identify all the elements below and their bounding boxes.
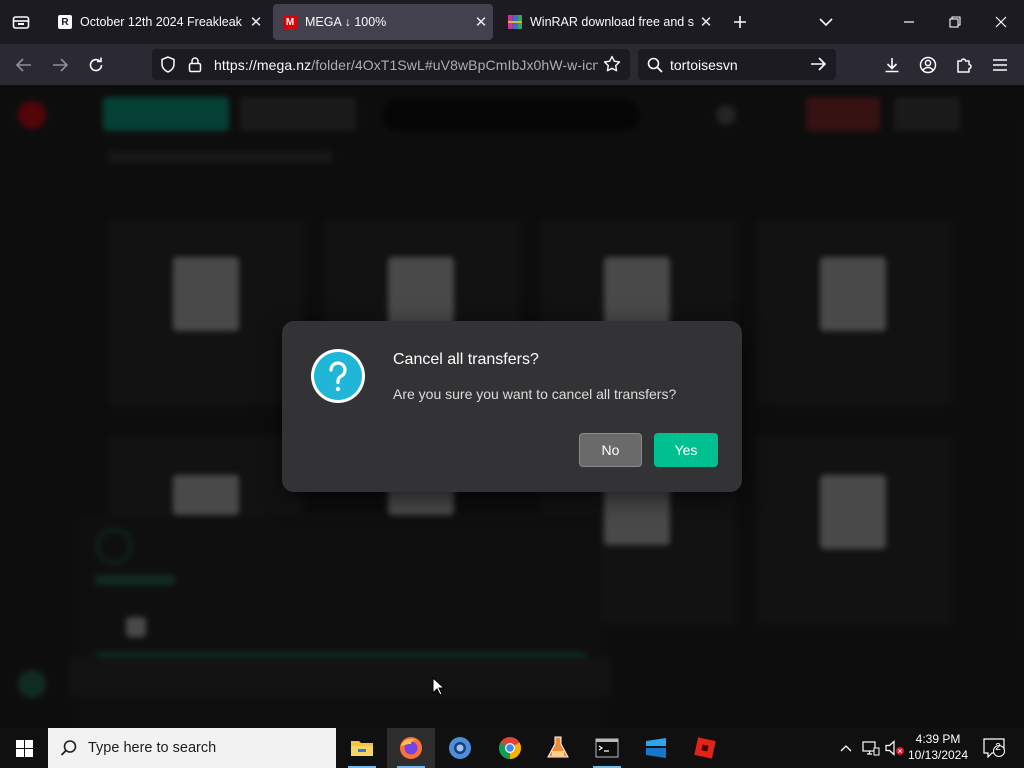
r-favicon-icon: R [58,15,72,29]
yes-button[interactable]: Yes [654,433,718,467]
forward-button[interactable] [42,44,78,85]
menu-button[interactable] [982,44,1018,85]
tab-title: October 12th 2024 Freakleak [80,15,242,29]
tab-title: WinRAR download free and sup [530,15,694,29]
flask-icon [547,736,569,758]
restore-button[interactable] [936,0,974,44]
close-window-button[interactable] [982,0,1020,44]
tab-mega[interactable]: M MEGA ↓ 100% ✕ [273,4,493,40]
file-explorer-taskbar-button[interactable] [338,728,386,768]
clock-date: 10/13/2024 [907,748,969,762]
taskbar-search-box[interactable]: Type here to search [48,728,336,768]
firefox-icon [400,737,422,759]
network-tray-icon[interactable] [860,728,882,768]
plus-icon [734,16,746,28]
dialog-message: Are you sure you want to cancel all tran… [393,386,677,402]
download-icon [885,57,899,72]
browser-taskbar-button[interactable] [436,728,484,768]
notifications-button[interactable]: 2 [980,728,1008,768]
account-icon [919,56,937,73]
store-taskbar-button[interactable] [632,728,680,768]
volume-muted-icon [885,740,904,756]
start-button[interactable] [0,728,48,768]
mega-favicon-icon: M [283,15,297,29]
url-host: https://mega.nz [214,57,312,73]
firefox-taskbar-button[interactable] [387,728,435,768]
blue-browser-icon [449,737,471,759]
url-text[interactable]: https://mega.nz/folder/4OxT1SwL#uV8wBpCm… [214,57,598,73]
folder-icon [351,741,373,756]
new-tab-button[interactable] [722,0,758,44]
tab-title: MEGA ↓ 100% [305,15,387,29]
tab-strip: R October 12th 2024 Freakleak ✕ M MEGA ↓… [0,0,1024,44]
search-bar[interactable]: tortoisesvn [638,49,836,80]
close-tab-icon[interactable]: ✕ [469,13,493,31]
minimize-button[interactable] [890,0,928,44]
tab-list-icon [12,16,30,29]
question-icon [310,348,366,404]
chrome-icon [499,737,521,759]
mouse-cursor-icon [432,677,444,697]
dialog-title: Cancel all transfers? [393,351,539,368]
reload-button[interactable] [78,44,114,85]
chrome-taskbar-button[interactable] [486,728,534,768]
windows-taskbar: Type here to search 4:39 PM 10/13/2024 2 [0,728,1024,768]
url-path: /folder/4OxT1SwL#uV8wBpCmIbJx0hW-w-icng [311,57,598,73]
restore-icon [949,16,961,28]
minimize-icon [904,21,914,23]
close-icon [995,16,1007,28]
address-bar[interactable]: https://mega.nz/folder/4OxT1SwL#uV8wBpCm… [152,49,630,80]
blue-app-icon [646,738,666,758]
windows-logo-icon [15,739,33,757]
search-icon [647,57,663,73]
list-all-tabs-button[interactable] [808,0,844,44]
reload-icon [89,57,103,71]
back-button[interactable] [6,44,42,85]
terminal-icon [595,738,619,758]
network-icon [862,741,880,756]
no-button[interactable]: No [579,433,642,467]
chevron-down-icon [819,18,833,27]
arrow-right-icon [53,57,68,72]
arrow-left-icon [16,57,31,72]
navigation-bar: https://mega.nz/folder/4OxT1SwL#uV8wBpCm… [0,44,1024,85]
winrar-icon [508,15,522,29]
extensions-button[interactable] [946,44,982,85]
notification-count: 2 [995,742,1001,753]
chevron-up-icon [840,745,852,752]
lock-icon[interactable] [188,56,202,73]
terminal-taskbar-button[interactable] [583,728,631,768]
bookmark-star-icon[interactable] [603,55,621,73]
close-tab-icon[interactable]: ✕ [244,13,268,31]
account-button[interactable] [910,44,946,85]
flask-app-taskbar-button[interactable] [534,728,582,768]
red-app-icon [694,737,716,759]
clock-time: 4:39 PM [915,732,961,746]
volume-tray-icon[interactable] [884,728,906,768]
close-tab-icon[interactable]: ✕ [694,13,718,31]
red-app-taskbar-button[interactable] [681,728,729,768]
hamburger-icon [993,58,1007,71]
search-query[interactable]: tortoisesvn [670,57,738,73]
puzzle-icon [957,58,972,73]
shield-icon[interactable] [160,56,176,73]
tab-freakleak[interactable]: R October 12th 2024 Freakleak ✕ [48,4,268,40]
cancel-transfers-dialog: Cancel all transfers? Are you sure you w… [282,321,742,492]
search-placeholder: Type here to search [88,740,217,756]
tab-overview-button[interactable] [0,0,42,44]
search-icon [60,739,78,757]
show-hidden-icons-button[interactable] [836,728,856,768]
downloads-button[interactable] [874,44,910,85]
taskbar-clock[interactable]: 4:39 PM 10/13/2024 [904,731,972,763]
go-arrow-icon[interactable] [810,57,826,71]
tab-winrar[interactable]: WinRAR download free and sup ✕ [498,4,718,40]
